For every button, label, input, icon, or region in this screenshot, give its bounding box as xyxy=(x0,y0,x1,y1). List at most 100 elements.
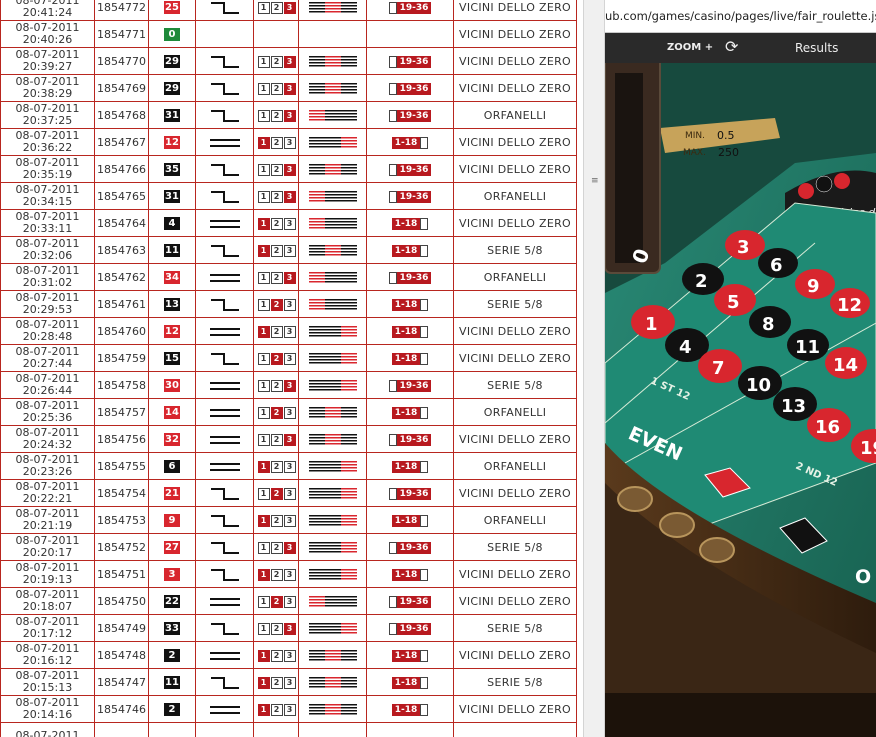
column-lines-icon xyxy=(308,218,325,229)
row-number-cell xyxy=(148,722,196,737)
row-datetime: 08-07-2011 20:39:27 xyxy=(0,47,95,75)
row-number-cell: 9 xyxy=(148,506,196,534)
half-label: 1-18 xyxy=(391,244,421,257)
column-lines-icon xyxy=(340,137,357,148)
address-bar[interactable]: ub.com/games/casino/pages/live/fair_roul… xyxy=(605,0,876,33)
refresh-icon[interactable]: ⟳ xyxy=(725,37,738,56)
half-indicator: 1-18 xyxy=(391,703,429,716)
odd-icon xyxy=(210,298,239,311)
column-lines-icon xyxy=(340,677,357,688)
min-label: MIN. xyxy=(685,131,705,141)
winning-number: 22 xyxy=(164,595,180,608)
splitter[interactable]: ≡ xyxy=(583,0,605,737)
half-box-icon xyxy=(388,109,397,122)
odd-icon xyxy=(210,622,239,635)
row-spin-id: 1854763 xyxy=(94,236,149,264)
row-datetime: 08-07-2011 20:15:13 xyxy=(0,668,95,696)
row-time: 20:31:02 xyxy=(22,276,73,289)
row-spin-id: 1854753 xyxy=(94,506,149,534)
half-box-icon xyxy=(420,568,429,581)
row-spin-id: 1854758 xyxy=(94,371,149,399)
half-indicator: 19-36 xyxy=(388,433,432,446)
even-icon xyxy=(209,434,240,446)
row-datetime: 08-07-2011 20:31:02 xyxy=(0,263,95,291)
column-lines-icon xyxy=(308,407,325,418)
row-dozen-cell: 123 xyxy=(253,209,299,237)
half-indicator: 19-36 xyxy=(388,271,432,284)
row-sector: VICINI DELLO ZERO xyxy=(453,209,577,237)
half-box-icon xyxy=(420,244,429,257)
column-lines-icon xyxy=(308,488,325,499)
column-lines-icon xyxy=(308,326,325,337)
row-half-cell: 19-36 xyxy=(366,425,454,453)
row-number-cell: 12 xyxy=(148,317,196,345)
row-dozen-cell: 123 xyxy=(253,128,299,156)
row-parity-cell xyxy=(195,101,254,129)
half-box-icon xyxy=(388,1,397,14)
column-lines-icon xyxy=(340,110,357,121)
table-row: 08-07-2011 20:28:48 1854760 12 1 2 3 1-18 VICINI… xyxy=(0,317,577,345)
half-label: 19-36 xyxy=(396,487,432,500)
row-parity-cell xyxy=(195,614,254,642)
half-label: 19-36 xyxy=(396,109,432,122)
half-indicator: 19-36 xyxy=(388,82,432,95)
row-time: 20:37:25 xyxy=(22,114,73,127)
row-spin-id: 1854755 xyxy=(94,452,149,480)
row-dozen-cell: 123 xyxy=(253,641,299,669)
table-row: 08-07-2011 20:21:19 1854753 9 1 2 3 1-18 ORFANEL… xyxy=(0,506,577,534)
row-column-cell xyxy=(298,182,367,210)
half-label: 19-36 xyxy=(396,541,432,554)
svg-text:6: 6 xyxy=(770,255,783,276)
row-sector: VICINI DELLO ZERO xyxy=(453,344,577,372)
results-button[interactable]: Results xyxy=(795,41,838,55)
winning-number: 15 xyxy=(164,352,180,365)
row-sector: ORFANELLI xyxy=(453,182,577,210)
row-datetime: 08-07-2011 20:38:29 xyxy=(0,74,95,102)
svg-text:1: 1 xyxy=(645,314,658,335)
table-row: 08-07-2011 20:17:12 1854749 33 1 2 3 19-36 SERIE… xyxy=(0,614,577,642)
half-indicator: 1-18 xyxy=(391,649,429,662)
svg-text:7: 7 xyxy=(712,358,725,379)
half-indicator: 19-36 xyxy=(388,109,432,122)
dozen-box-3: 3 xyxy=(283,82,296,95)
half-label: 19-36 xyxy=(396,433,432,446)
row-spin-id: 1854757 xyxy=(94,398,149,426)
row-sector: VICINI DELLO ZERO xyxy=(453,317,577,345)
column-lines-icon xyxy=(324,407,341,418)
row-dozen-cell xyxy=(253,20,299,48)
url-text[interactable]: ub.com/games/casino/pages/live/fair_roul… xyxy=(605,9,876,23)
dozen-box-2: 2 xyxy=(270,244,283,257)
half-label: 1-18 xyxy=(391,136,421,149)
row-parity-cell xyxy=(195,641,254,669)
dozen-box-3: 3 xyxy=(283,622,296,635)
svg-text:3: 3 xyxy=(737,237,750,258)
row-number-cell: 11 xyxy=(148,668,196,696)
row-sector: VICINI DELLO ZERO xyxy=(453,20,577,48)
dozen-box-2: 2 xyxy=(270,622,283,635)
splitter-grip-icon[interactable]: ≡ xyxy=(591,177,598,186)
column-lines-icon xyxy=(340,650,357,661)
dozen-box-2: 2 xyxy=(270,109,283,122)
row-dozen-cell: 123 xyxy=(253,479,299,507)
row-spin-id: 1854771 xyxy=(94,20,149,48)
column-lines-icon xyxy=(324,569,341,580)
max-label: MAX. xyxy=(683,148,706,158)
row-sector: VICINI DELLO ZERO xyxy=(453,155,577,183)
zoom-button[interactable]: ZOOM + xyxy=(667,42,713,53)
dozen-box-3: 3 xyxy=(283,433,296,446)
column-lines-icon xyxy=(324,461,341,472)
row-datetime: 08-07-2011 20:16:12 xyxy=(0,641,95,669)
half-indicator: 1-18 xyxy=(391,244,429,257)
row-half-cell: 19-36 xyxy=(366,74,454,102)
table-row: 08-07-2011 20:19:13 1854751 3 1 2 3 1-18 VICINI … xyxy=(0,560,577,588)
column-lines-icon xyxy=(308,137,325,148)
half-label: 1-18 xyxy=(391,217,421,230)
row-dozen-cell: 123 xyxy=(253,371,299,399)
table-row: 08-07-2011 20:33:11 1854764 4 1 2 3 1-18 VICINI … xyxy=(0,209,577,237)
row-half-cell: 19-36 xyxy=(366,371,454,399)
row-datetime: 08-07-2011 20:41:24 xyxy=(0,0,95,21)
row-column-cell xyxy=(298,47,367,75)
svg-text:12: 12 xyxy=(837,295,862,316)
row-half-cell: 1-18 xyxy=(366,344,454,372)
row-number-cell: 29 xyxy=(148,74,196,102)
